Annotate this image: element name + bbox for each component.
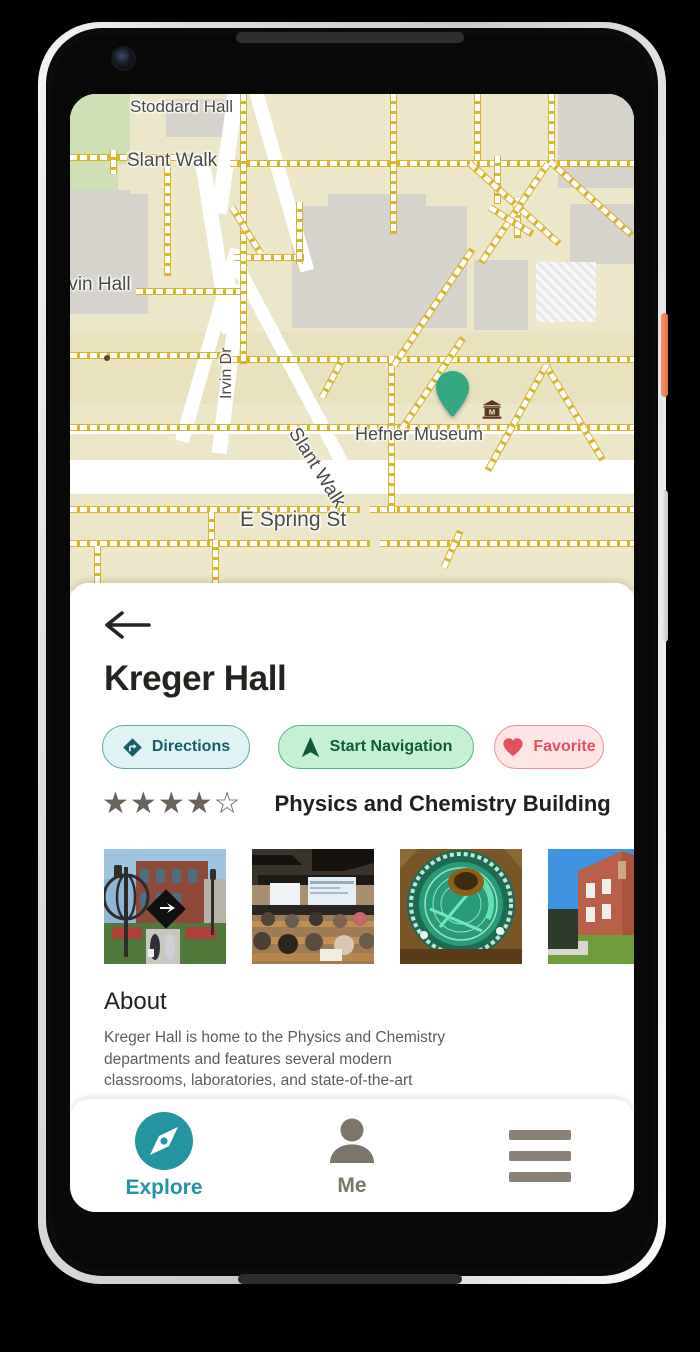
star-filled: ★ <box>129 787 157 820</box>
action-button-row: Directions Start Navigation Favorite <box>102 725 604 769</box>
map-building <box>328 194 426 224</box>
bottom-speaker-icon <box>238 1274 462 1284</box>
map-label: rvin Hall <box>70 274 131 295</box>
map-view[interactable]: Stoddard Hall Slant Walk rvin Hall Irvin… <box>70 94 634 591</box>
favorite-button[interactable]: Favorite <box>494 725 604 769</box>
map-label: Stoddard Hall <box>130 97 234 116</box>
front-camera-icon <box>113 48 134 69</box>
directions-button[interactable]: Directions <box>102 725 250 769</box>
map-path <box>230 160 634 167</box>
navigation-arrow-icon <box>301 736 319 757</box>
museum-icon: M <box>482 400 502 419</box>
map-path <box>164 156 171 276</box>
map-road-e-spring-st <box>70 460 634 494</box>
map-path <box>240 154 247 364</box>
directions-icon <box>123 737 142 757</box>
svg-text:M: M <box>489 407 495 416</box>
volume-button[interactable] <box>661 490 668 642</box>
map-path <box>296 202 303 264</box>
start-navigation-button[interactable]: Start Navigation <box>278 725 474 769</box>
map-path <box>440 529 464 569</box>
map-path <box>208 512 215 540</box>
star-filled: ★ <box>102 787 129 820</box>
map-label: Hefner Museum <box>355 424 484 444</box>
favorite-button-label: Favorite <box>533 738 596 755</box>
map-building <box>292 206 467 328</box>
map-building <box>70 194 148 314</box>
page-title: Kreger Hall <box>104 659 287 698</box>
map-path <box>370 506 634 513</box>
map-path <box>136 288 246 295</box>
directions-button-label: Directions <box>151 738 231 755</box>
compass-icon <box>135 1111 193 1170</box>
map-label: Irvin Dr <box>218 347 235 399</box>
star-rating[interactable]: ★ ★ ★ ★ ☆ <box>102 789 241 819</box>
nav-item-me[interactable]: Me <box>258 1099 446 1212</box>
nav-item-menu[interactable] <box>446 1099 634 1212</box>
back-arrow-icon[interactable] <box>104 608 152 642</box>
map-path <box>390 94 397 234</box>
map-path <box>548 94 555 160</box>
map-label: Slant Walk <box>127 150 218 171</box>
about-heading: About <box>104 988 167 1015</box>
gallery-photo-campus-walk[interactable] <box>104 849 226 964</box>
person-icon <box>330 1118 374 1163</box>
map-poi-dot <box>104 355 110 361</box>
rating-row: ★ ★ ★ ★ ☆ Physics and Chemistry Building <box>102 789 611 819</box>
gallery-photo-foucault-globe[interactable] <box>400 849 522 964</box>
heart-icon <box>503 738 524 757</box>
phone-screen: Stoddard Hall Slant Walk rvin Hall Irvin… <box>70 94 634 1212</box>
star-filled: ★ <box>157 787 185 820</box>
star-empty: ☆ <box>213 787 241 820</box>
photo-gallery[interactable] <box>104 849 634 964</box>
about-text: Kreger Hall is home to the Physics and C… <box>104 1029 446 1089</box>
map-label: E Spring St <box>240 508 347 531</box>
bottom-navigation-bar: Explore Me <box>70 1099 634 1212</box>
place-detail-sheet: Kreger Hall Directions Start Navigation <box>70 583 634 1212</box>
map-path <box>380 540 634 547</box>
nav-item-me-label: Me <box>337 1173 367 1197</box>
map-construction-area <box>536 262 596 322</box>
earpiece-speaker-icon <box>236 32 464 43</box>
place-subtitle: Physics and Chemistry Building <box>274 791 611 816</box>
hamburger-menu-icon <box>509 1129 571 1182</box>
map-path <box>494 156 501 204</box>
nav-item-explore[interactable]: Explore <box>70 1099 258 1212</box>
gallery-photo-lecture-hall[interactable] <box>252 849 374 964</box>
map-building <box>474 260 528 330</box>
start-navigation-button-label: Start Navigation <box>329 738 453 755</box>
map-pin-icon[interactable] <box>435 370 470 418</box>
power-button[interactable] <box>661 313 668 397</box>
map-path <box>70 352 230 359</box>
map-path <box>70 424 634 431</box>
map-path <box>474 94 481 160</box>
gallery-photo-brick-building[interactable] <box>548 849 634 964</box>
map-path <box>70 540 370 547</box>
map-path <box>110 150 117 174</box>
star-filled: ★ <box>185 787 213 820</box>
nav-item-explore-label: Explore <box>125 1175 203 1199</box>
